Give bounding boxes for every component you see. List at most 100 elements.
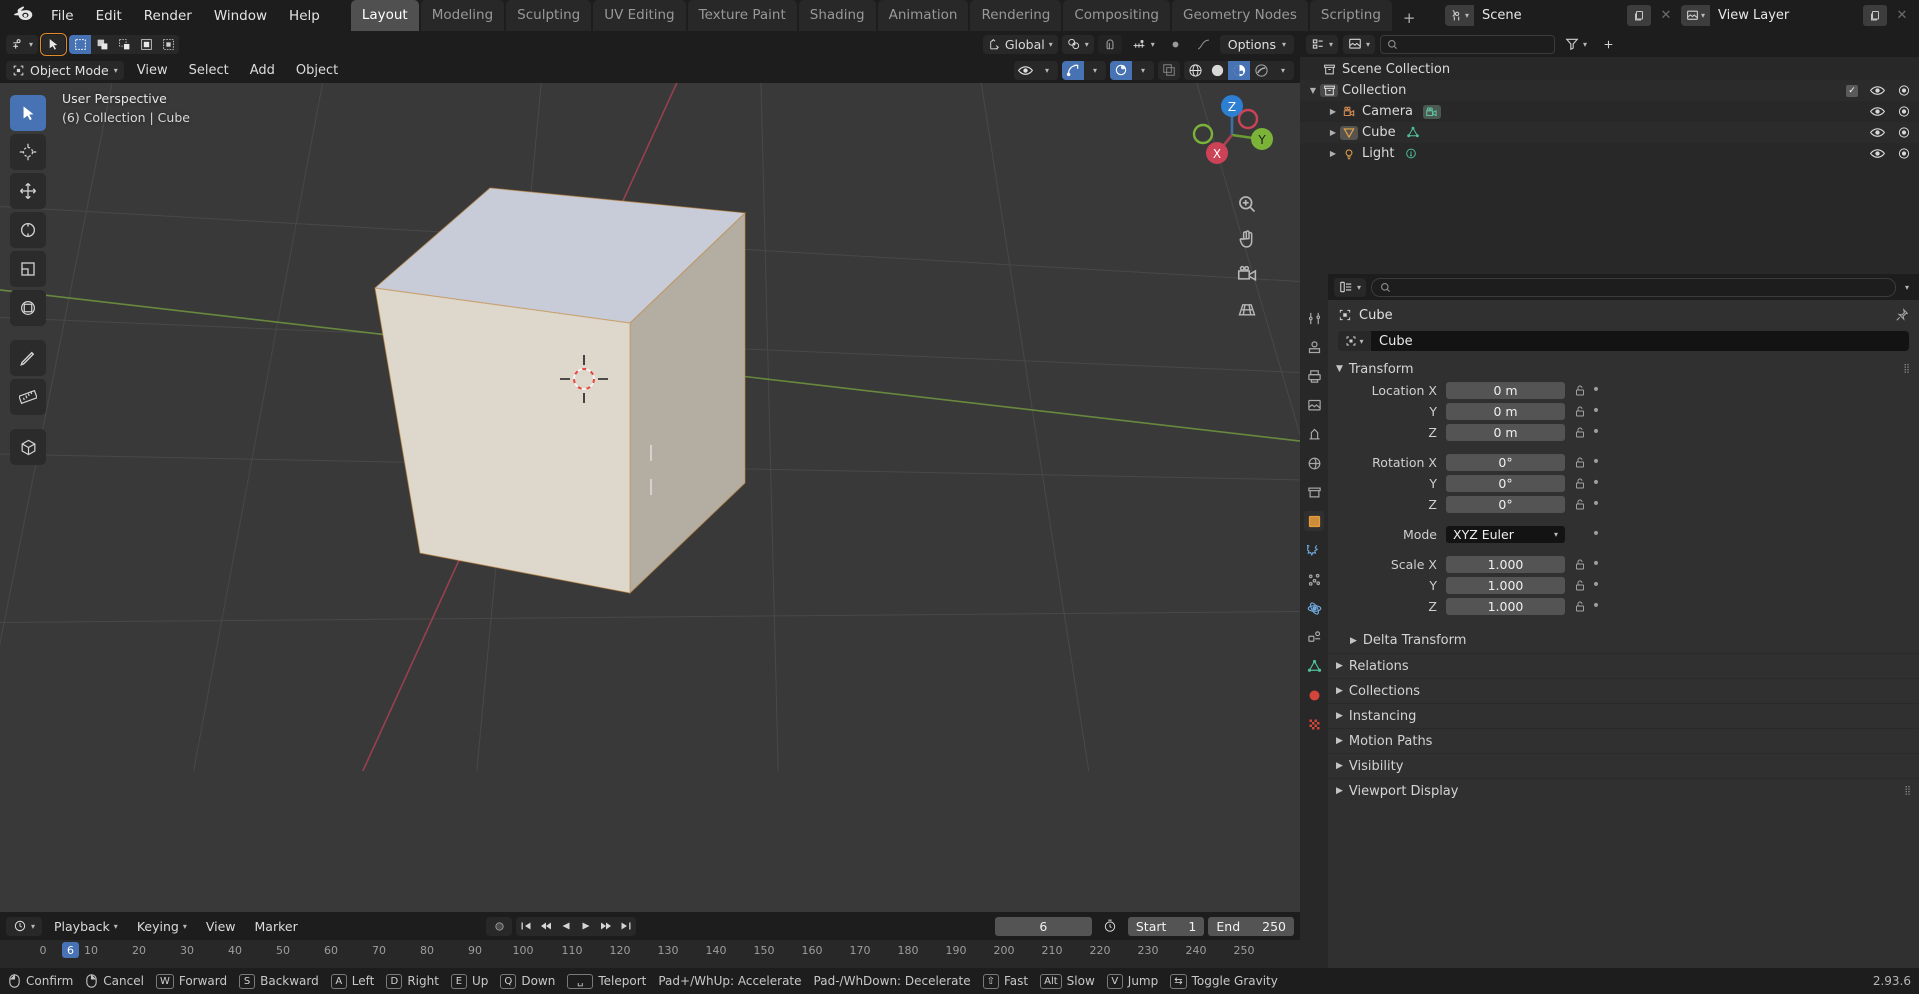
snap-magnet-button[interactable]	[1098, 35, 1122, 54]
tool-add-cube-icon[interactable]	[10, 429, 46, 465]
tab-shading[interactable]: Shading	[799, 0, 876, 31]
tool-move-icon[interactable]	[10, 173, 46, 209]
select-subtract-button[interactable]	[113, 35, 135, 54]
panel-collections[interactable]: ▶ Collections	[1328, 678, 1919, 703]
tool-rotate-icon[interactable]	[10, 212, 46, 248]
field-value[interactable]: 0°	[1446, 496, 1565, 513]
current-frame-field[interactable]: 6	[995, 917, 1092, 936]
properties-tab-view-layer[interactable]	[1304, 395, 1324, 415]
pivot-point-button[interactable]: ▾	[1062, 35, 1094, 54]
properties-tab-world[interactable]	[1304, 453, 1324, 473]
rotation-mode-dropdown[interactable]: XYZ Euler ▾	[1446, 526, 1565, 543]
view-layer-name-field[interactable]: View Layer	[1710, 5, 1860, 26]
animate-property-dot[interactable]: •	[1589, 496, 1603, 512]
toggle-xray-icon[interactable]	[1158, 61, 1180, 80]
field-value[interactable]: 1.000	[1446, 556, 1565, 573]
tool-transform-icon[interactable]	[10, 290, 46, 326]
select-difference-button[interactable]	[135, 35, 157, 54]
outliner-row-scene-collection[interactable]: Scene Collection	[1300, 59, 1919, 80]
expand-triangle-right-icon[interactable]: ▶	[1336, 786, 1343, 796]
outliner-new-collection-button[interactable]	[1597, 35, 1620, 54]
lock-icon[interactable]	[1571, 498, 1589, 511]
transform-orientation-button[interactable]: Global ▾	[983, 35, 1058, 54]
lock-icon[interactable]	[1571, 558, 1589, 571]
tool-annotate-icon[interactable]	[10, 340, 46, 376]
outliner-row-light[interactable]: ▶ Light	[1300, 143, 1919, 164]
lock-icon[interactable]	[1571, 600, 1589, 613]
field-value[interactable]: 0 m	[1446, 382, 1565, 399]
tab-uv-editing[interactable]: UV Editing	[593, 0, 685, 31]
use-preview-range-icon[interactable]	[1096, 917, 1124, 936]
rendered-shading-icon[interactable]	[1250, 61, 1272, 80]
tab-rendering[interactable]: Rendering	[970, 0, 1061, 31]
menu-file[interactable]: File	[40, 0, 85, 31]
animate-property-dot[interactable]: •	[1589, 382, 1603, 398]
jump-to-end-button[interactable]	[616, 917, 636, 936]
properties-tab-modifiers[interactable]	[1304, 540, 1324, 560]
cursor-select-button[interactable]	[42, 35, 65, 54]
lock-icon[interactable]	[1571, 477, 1589, 490]
viewport-menu-add[interactable]: Add	[242, 63, 283, 78]
select-extend-button[interactable]	[91, 35, 113, 54]
zoom-icon[interactable]	[1234, 191, 1260, 217]
timeline-menu-marker[interactable]: Marker	[248, 917, 305, 936]
properties-tab-output[interactable]	[1304, 366, 1324, 386]
viewport-menu-object[interactable]: Object	[288, 63, 346, 78]
play-button[interactable]	[576, 917, 596, 936]
tool-scale-icon[interactable]	[10, 251, 46, 287]
solid-shading-icon[interactable]	[1206, 61, 1228, 80]
tool-tweak-icon[interactable]	[10, 95, 46, 131]
wireframe-shading-icon[interactable]	[1184, 61, 1206, 80]
tab-animation[interactable]: Animation	[878, 0, 969, 31]
remove-view-layer-button[interactable]: ✕	[1890, 5, 1914, 26]
tab-geometry-nodes[interactable]: Geometry Nodes	[1172, 0, 1308, 31]
panel-motion-paths[interactable]: ▶ Motion Paths	[1328, 728, 1919, 753]
scene-name-field[interactable]: Scene	[1474, 5, 1624, 26]
add-workspace-button[interactable]: +	[1394, 5, 1425, 31]
expand-triangle-right-icon[interactable]: ▶	[1336, 711, 1343, 721]
properties-tab-physics[interactable]	[1304, 598, 1324, 618]
animate-property-dot[interactable]: •	[1589, 526, 1603, 542]
play-reverse-button[interactable]	[556, 917, 576, 936]
expand-triangle-right-icon[interactable]: ▶	[1336, 736, 1343, 746]
properties-editor-type-button[interactable]: ▾	[1334, 278, 1366, 297]
tool-measure-icon[interactable]	[10, 379, 46, 415]
properties-tab-tool[interactable]	[1304, 308, 1324, 328]
timeline-menu-keying[interactable]: Keying ▾	[130, 917, 194, 936]
select-set-button[interactable]	[69, 35, 91, 54]
properties-tab-constraints[interactable]	[1304, 627, 1324, 647]
expand-triangle-right-icon[interactable]: ▶	[1350, 636, 1357, 646]
3d-viewport[interactable]: User Perspective (6) Collection | Cube	[0, 83, 1300, 912]
falloff-button[interactable]	[1191, 35, 1216, 54]
camera-data-icon[interactable]	[1423, 105, 1441, 119]
blender-logo-icon[interactable]	[6, 0, 40, 31]
disable-in-render-camera-icon[interactable]	[1897, 84, 1911, 97]
auto-keying-button[interactable]	[486, 917, 512, 936]
outliner-editor-type-button[interactable]: ▾	[1306, 35, 1338, 54]
tab-modeling[interactable]: Modeling	[421, 0, 504, 31]
toggle-perspective-icon[interactable]	[1234, 296, 1260, 322]
navigation-gizmo[interactable]: Z Y X	[1190, 93, 1274, 177]
panel-grip-icon[interactable]: ⣿	[1903, 364, 1911, 374]
animate-property-dot[interactable]: •	[1589, 424, 1603, 440]
object-visibility-icon[interactable]	[1014, 61, 1036, 80]
menu-render[interactable]: Render	[133, 0, 203, 31]
camera-view-icon[interactable]	[1234, 261, 1260, 287]
menu-help[interactable]: Help	[278, 0, 331, 31]
properties-filter-chevron-icon[interactable]: ▾	[1901, 283, 1913, 292]
proportional-edit-button[interactable]	[1164, 35, 1187, 54]
timeline-editor-type-button[interactable]: ▾	[6, 917, 42, 936]
editor-type-button[interactable]: ▾	[6, 35, 38, 54]
properties-body[interactable]: Cube ▾ Cube	[1328, 300, 1919, 968]
properties-tab-particles[interactable]	[1304, 569, 1324, 589]
expand-triangle-down-icon[interactable]: ▼	[1336, 364, 1343, 374]
next-keyframe-button[interactable]	[596, 917, 616, 936]
animate-property-dot[interactable]: •	[1589, 556, 1603, 572]
mesh-data-icon[interactable]	[1406, 126, 1420, 139]
lock-icon[interactable]	[1571, 426, 1589, 439]
viewport-menu-view[interactable]: View	[129, 63, 176, 78]
viewport-menu-select[interactable]: Select	[181, 63, 237, 78]
expand-triangle-down-icon[interactable]: ▼	[1306, 86, 1320, 95]
pin-icon[interactable]	[1895, 308, 1909, 322]
playhead[interactable]: 6	[62, 942, 79, 958]
